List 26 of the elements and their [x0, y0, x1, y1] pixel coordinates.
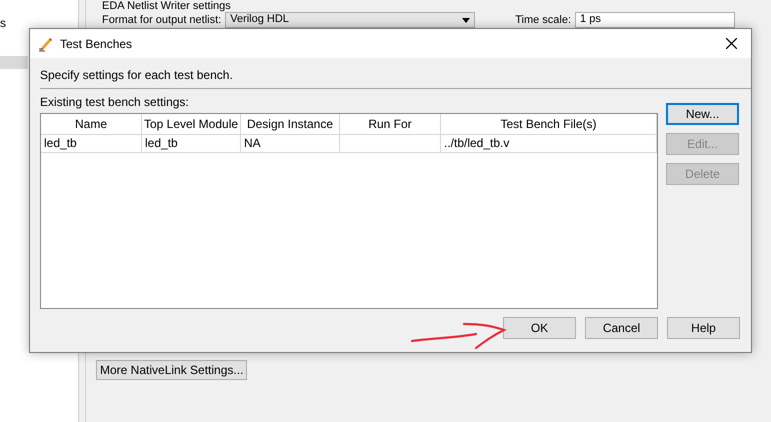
more-settings-button[interactable]: More NativeLink Settings...: [96, 360, 248, 380]
table-cell: NA: [241, 135, 340, 152]
column-header[interactable]: Test Bench File(s): [441, 114, 657, 134]
column-header[interactable]: Design Instance: [241, 114, 340, 134]
dialog-button[interactable]: OK: [503, 317, 576, 339]
group-title: EDA Netlist Writer settings: [102, 0, 232, 12]
dropdown-caret-icon: [462, 18, 470, 23]
side-button[interactable]: New...: [666, 103, 739, 125]
dialog-button[interactable]: Cancel: [585, 317, 658, 339]
table-cell: led_tb: [41, 135, 142, 152]
format-dropdown[interactable]: Verilog HDL: [225, 12, 476, 28]
column-header[interactable]: Top Level Module: [142, 114, 241, 134]
column-header[interactable]: Name: [41, 114, 142, 134]
sidebar-text: s: [0, 16, 7, 30]
time-scale-field[interactable]: 1 ps: [575, 12, 736, 28]
column-header[interactable]: Run For: [340, 114, 441, 134]
table-cell: led_tb: [142, 135, 241, 152]
table-cell: ../tb/led_tb.v: [441, 135, 657, 152]
field-label: Format for output netlist:: [102, 14, 222, 26]
table-label: Existing test bench settings:: [40, 95, 190, 109]
dialog-button[interactable]: Help: [667, 317, 740, 339]
dialog-title: Test Benches: [60, 36, 134, 50]
close-icon: [726, 38, 736, 49]
field-label: Time scale:: [515, 14, 572, 26]
description-text: Specify settings for each test bench.: [40, 68, 234, 82]
pencil-icon: [38, 36, 54, 52]
